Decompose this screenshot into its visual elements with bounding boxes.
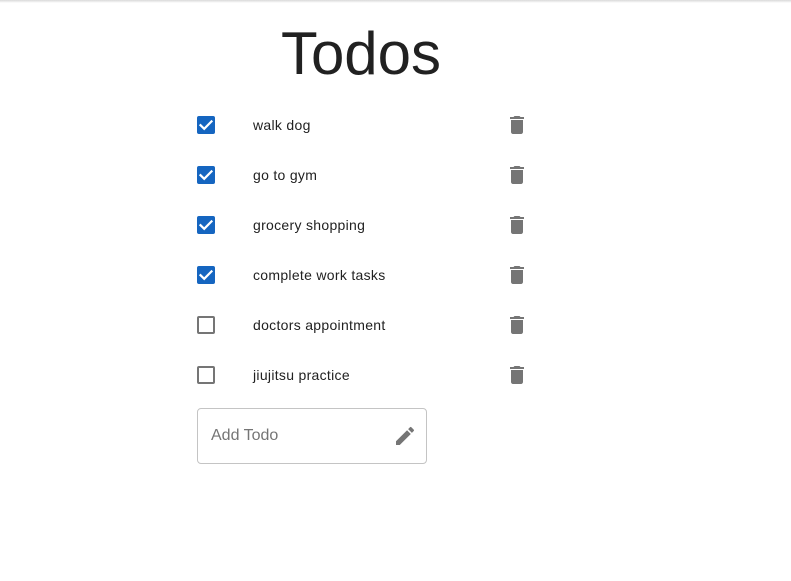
checkmark-icon <box>198 169 214 181</box>
todo-label: complete work tasks <box>253 267 386 283</box>
trash-icon <box>510 366 524 384</box>
page-title: Todos <box>280 20 442 87</box>
todo-item: walk dog <box>0 100 791 150</box>
delete-button[interactable] <box>505 113 529 137</box>
delete-button[interactable] <box>505 263 529 287</box>
todo-item: go to gym <box>0 150 791 200</box>
delete-button[interactable] <box>505 313 529 337</box>
todo-checkbox[interactable] <box>197 366 215 384</box>
checkmark-icon <box>198 219 214 231</box>
trash-icon <box>510 316 524 334</box>
todo-checkbox[interactable] <box>197 166 215 184</box>
todo-item: jiujitsu practice <box>0 350 791 400</box>
todo-checkbox[interactable] <box>197 266 215 284</box>
todo-item: complete work tasks <box>0 250 791 300</box>
todo-label: walk dog <box>253 117 311 133</box>
app-bar-shadow <box>0 0 791 3</box>
trash-icon <box>510 166 524 184</box>
todo-label: go to gym <box>253 167 318 183</box>
checkmark-icon <box>198 119 214 131</box>
todo-checkbox[interactable] <box>197 316 215 334</box>
checkmark-icon <box>198 269 214 281</box>
todo-label: grocery shopping <box>253 217 366 233</box>
trash-icon <box>510 216 524 234</box>
delete-button[interactable] <box>505 163 529 187</box>
pencil-icon[interactable] <box>393 424 417 448</box>
delete-button[interactable] <box>505 213 529 237</box>
add-todo-input[interactable] <box>211 409 386 463</box>
todo-label: doctors appointment <box>253 317 386 333</box>
todo-item: grocery shopping <box>0 200 791 250</box>
todo-label: jiujitsu practice <box>253 367 350 383</box>
trash-icon <box>510 116 524 134</box>
delete-button[interactable] <box>505 363 529 387</box>
todo-checkbox[interactable] <box>197 216 215 234</box>
todo-item: doctors appointment <box>0 300 791 350</box>
trash-icon <box>510 266 524 284</box>
todo-checkbox[interactable] <box>197 116 215 134</box>
